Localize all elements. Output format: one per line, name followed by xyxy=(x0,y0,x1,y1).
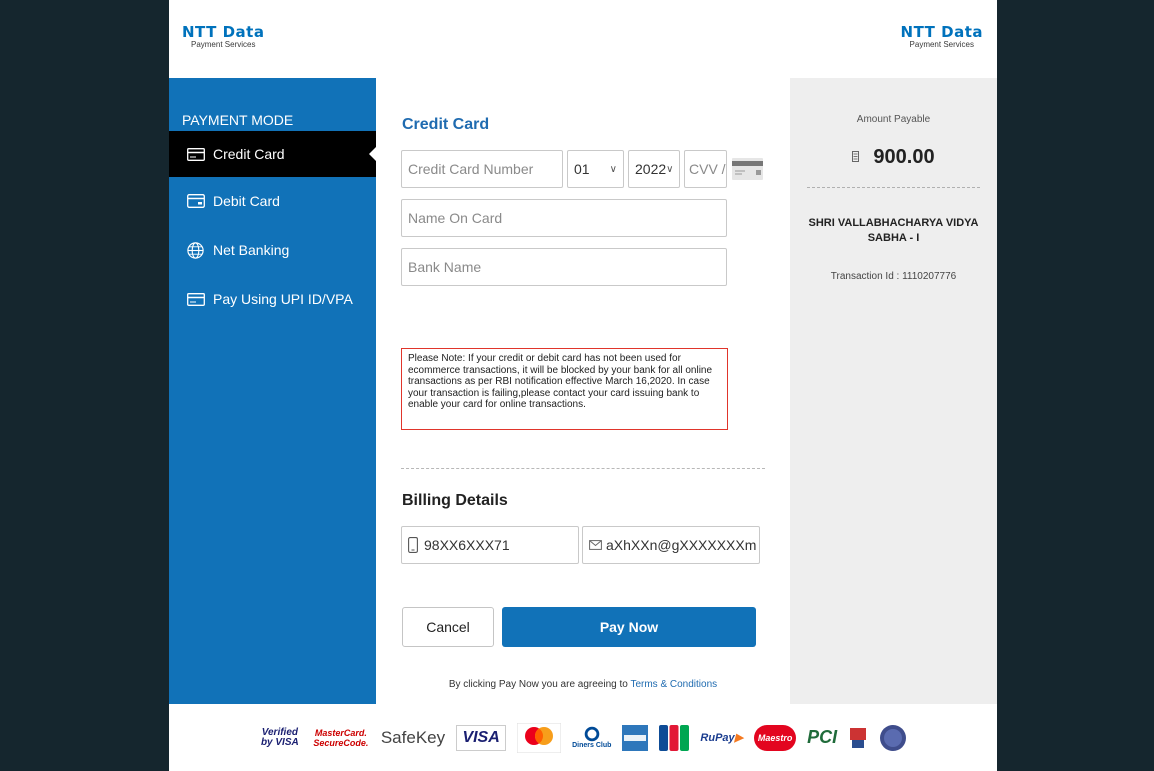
email-value: aXhXXn@gXXXXXXXm xyxy=(606,537,757,553)
logo-text: NTT Data xyxy=(900,23,983,41)
pci-dss-logo: PCI xyxy=(807,727,837,748)
order-summary: Amount Payable 900.00 SHRI VALLABHACHARY… xyxy=(790,78,997,704)
ntt-data-logo-right: NTT Data Payment Services xyxy=(901,24,983,49)
rupee-icon xyxy=(852,150,860,165)
diners-text: Diners Club xyxy=(572,742,612,749)
jcb-logo xyxy=(659,724,690,751)
amount-value: 900.00 xyxy=(873,146,935,168)
visa-text: VISA xyxy=(462,728,500,746)
email-field[interactable]: aXhXXn@gXXXXXXXm xyxy=(582,526,760,564)
globe-icon xyxy=(186,241,205,259)
verified-visa-text: Verified by VISA xyxy=(260,726,299,748)
payment-mode-title: PAYMENT MODE xyxy=(182,112,294,128)
summary-divider xyxy=(807,187,980,188)
chevron-down-icon: ∨ xyxy=(609,163,617,175)
sidebar-item-upi[interactable]: Pay Using UPI ID/VPA xyxy=(169,276,376,322)
diners-club-logo: Diners Club xyxy=(572,726,611,749)
list-badge-icon xyxy=(879,724,907,752)
payment-form: Credit Card Credit Card Number 01 ∨ 2022… xyxy=(376,78,790,704)
expiry-year-value: 2022 xyxy=(635,161,667,177)
payment-brands: Verified by VISA MasterCard. SecureCode.… xyxy=(169,704,997,771)
sidebar-item-net-banking[interactable]: Net Banking xyxy=(169,227,376,273)
merchant-name: SHRI VALLABHACHARYA VIDYA SABHA - I xyxy=(808,217,979,244)
credit-card-icon xyxy=(186,147,205,161)
expiry-year-select[interactable]: 2022 ∨ xyxy=(628,150,680,188)
billing-details-heading: Billing Details xyxy=(402,492,508,509)
logo-text: NTT Data xyxy=(182,23,265,41)
amount-label: Amount Payable xyxy=(856,114,931,125)
expiry-month-select[interactable]: 01 ∨ xyxy=(567,150,624,188)
maestro-text: Maestro xyxy=(757,732,793,743)
payment-mode-sidebar: PAYMENT MODE Credit Card Debit Card Net … xyxy=(169,78,377,704)
safekey-text: SafeKey xyxy=(380,727,446,747)
transaction-id: Transaction Id : 1110207776 xyxy=(830,271,957,282)
sidebar-item-label: Credit Card xyxy=(213,146,285,162)
name-on-card-input[interactable]: Name On Card xyxy=(401,199,727,237)
safekey-logo: SafeKey xyxy=(381,728,445,748)
credit-card-heading: Credit Card xyxy=(402,116,490,133)
expiry-month-value: 01 xyxy=(574,161,590,177)
card-number-input[interactable]: Credit Card Number xyxy=(401,150,563,188)
phone-value: 98XX6XXX71 xyxy=(424,537,510,553)
mail-icon xyxy=(589,540,602,550)
sidebar-item-label: Pay Using UPI ID/VPA xyxy=(213,291,353,307)
rupay-logo: RuPay ▶ xyxy=(700,731,744,745)
verified-by-visa-logo: Verified by VISA xyxy=(259,726,301,748)
maestro-logo: Maestro xyxy=(754,724,797,751)
rbi-notice: Please Note: If your credit or debit car… xyxy=(401,348,728,430)
logo-subtext: Payment Services xyxy=(190,40,256,49)
logo-subtext: Payment Services xyxy=(909,40,974,49)
cvv-card-icon xyxy=(732,158,763,185)
debit-card-icon xyxy=(186,194,205,208)
card-number-placeholder: Credit Card Number xyxy=(408,161,534,177)
bank-name-input[interactable]: Bank Name xyxy=(401,248,727,286)
cvv-input[interactable]: CVV / xyxy=(684,150,727,188)
pay-now-button[interactable]: Pay Now xyxy=(502,607,756,647)
amex-logo xyxy=(622,724,649,751)
orc-logo xyxy=(848,726,868,750)
ntt-data-logo-left: NTT Data Payment Services xyxy=(182,24,264,49)
sidebar-item-credit-card[interactable]: Credit Card xyxy=(169,131,377,177)
sidebar-item-debit-card[interactable]: Debit Card xyxy=(169,178,376,224)
mastercard-securecode-logo: MasterCard. SecureCode. xyxy=(312,728,370,748)
name-on-card-placeholder: Name On Card xyxy=(408,210,503,226)
bank-name-placeholder: Bank Name xyxy=(408,259,482,275)
section-divider xyxy=(401,468,765,469)
mc-secure-text: MasterCard. SecureCode. xyxy=(313,727,369,748)
upi-card-icon xyxy=(186,292,205,306)
visa-logo: VISA xyxy=(456,724,507,751)
cancel-button[interactable]: Cancel xyxy=(402,607,494,647)
payment-page: NTT Data Payment Services NTT Data Payme… xyxy=(169,0,997,771)
mastercard-logo xyxy=(517,722,562,753)
sidebar-item-label: Debit Card xyxy=(213,193,280,209)
phone-icon xyxy=(408,537,418,553)
agreement-label: By clicking Pay Now you are agreeing to xyxy=(448,679,628,690)
sidebar-item-label: Net Banking xyxy=(213,242,290,258)
cvv-placeholder: CVV / xyxy=(689,161,726,177)
phone-field[interactable]: 98XX6XXX71 xyxy=(401,526,579,564)
chevron-down-icon: ∨ xyxy=(666,163,674,175)
terms-link[interactable]: Terms & Conditions xyxy=(630,679,717,690)
rupay-text: RuPay xyxy=(700,731,735,744)
agreement-text: By clicking Pay Now you are agreeing to … xyxy=(376,679,790,690)
amount-display: 900.00 xyxy=(790,146,997,169)
pci-text: PCI xyxy=(807,727,838,747)
